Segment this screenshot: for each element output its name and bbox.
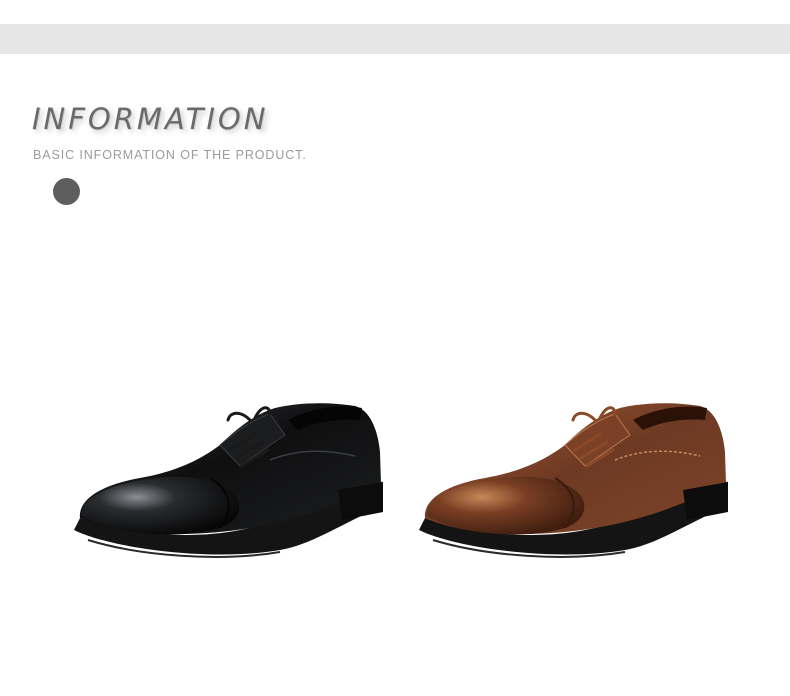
bullet-dot [53, 178, 80, 205]
product-image-black-shoe [70, 390, 390, 580]
top-banner-band [0, 24, 790, 54]
section-subheading: BASIC INFORMATION OF THE PRODUCT. [33, 148, 307, 162]
black-shoe-illustration [74, 403, 383, 558]
section-heading: INFORMATION [32, 102, 269, 136]
brown-shoe-illustration [419, 403, 728, 558]
product-image-brown-shoe [415, 390, 735, 580]
